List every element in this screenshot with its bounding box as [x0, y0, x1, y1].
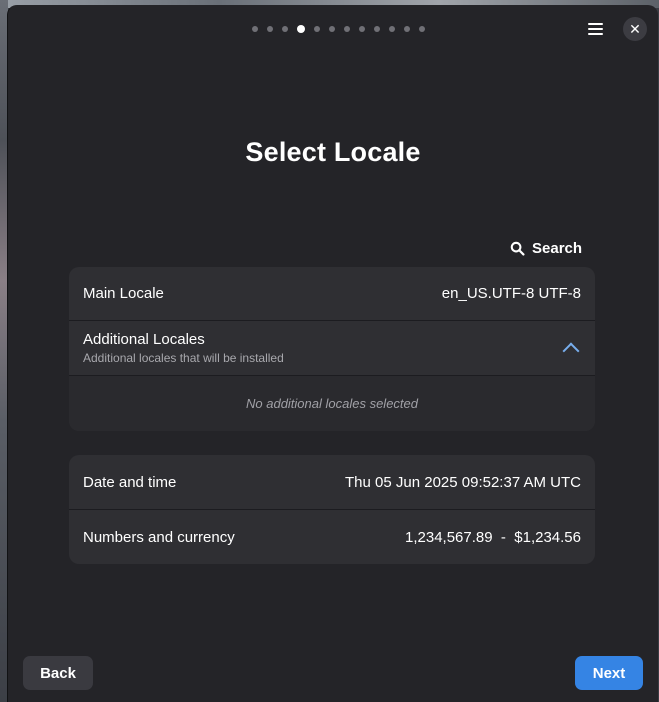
date-time-row: Date and time Thu 05 Jun 2025 09:52:37 A… [69, 455, 595, 510]
page-dot [282, 26, 288, 32]
main-locale-label: Main Locale [83, 285, 164, 302]
numbers-currency-label: Numbers and currency [83, 528, 235, 546]
page-dot [389, 26, 395, 32]
main-locale-value: en_US.UTF-8 UTF-8 [441, 285, 581, 302]
page-dot [404, 26, 410, 32]
chevron-up-icon [562, 342, 580, 359]
date-time-label: Date and time [83, 473, 177, 491]
back-button[interactable]: Back [23, 656, 93, 690]
page-dot [252, 26, 258, 32]
installer-window: ✕ Select Locale Search Main Locale en_US… [7, 5, 658, 702]
next-button[interactable]: Next [575, 656, 643, 690]
page-title: Select Locale [245, 137, 421, 167]
search-label: Search [532, 239, 583, 257]
numbers-currency-row: Numbers and currency 1,234,567.89 - $1,2… [69, 510, 595, 564]
page-dot [344, 26, 350, 32]
format-preview-card: Date and time Thu 05 Jun 2025 09:52:37 A… [69, 455, 595, 564]
search-icon [510, 241, 525, 256]
main-locale-row[interactable]: Main Locale en_US.UTF-8 UTF-8 [69, 267, 595, 321]
numbers-currency-value: 1,234,567.89 - $1,234.56 [405, 528, 581, 546]
page-dot [359, 26, 365, 32]
page-dot [267, 26, 273, 32]
close-icon: ✕ [629, 21, 641, 37]
close-button[interactable]: ✕ [623, 17, 647, 41]
page-dot [374, 26, 380, 32]
additional-locales-subtitle: Additional locales that will be installe… [83, 351, 284, 365]
main-menu-button[interactable] [583, 17, 607, 41]
page-dot [314, 26, 320, 32]
page-dot [419, 26, 425, 32]
page-indicator [252, 25, 425, 33]
additional-locales-empty-message: No additional locales selected [69, 376, 595, 431]
date-time-value: Thu 05 Jun 2025 09:52:37 AM UTC [345, 473, 581, 491]
hamburger-menu-icon [587, 23, 603, 35]
search-button[interactable]: Search [510, 233, 582, 263]
locale-card: Main Locale en_US.UTF-8 UTF-8 Additional… [69, 267, 595, 431]
additional-locales-label: Additional Locales [83, 331, 205, 348]
page-dot-active [297, 25, 305, 33]
additional-locales-expander[interactable]: Additional Locales Additional locales th… [69, 321, 595, 376]
page-dot [329, 26, 335, 32]
